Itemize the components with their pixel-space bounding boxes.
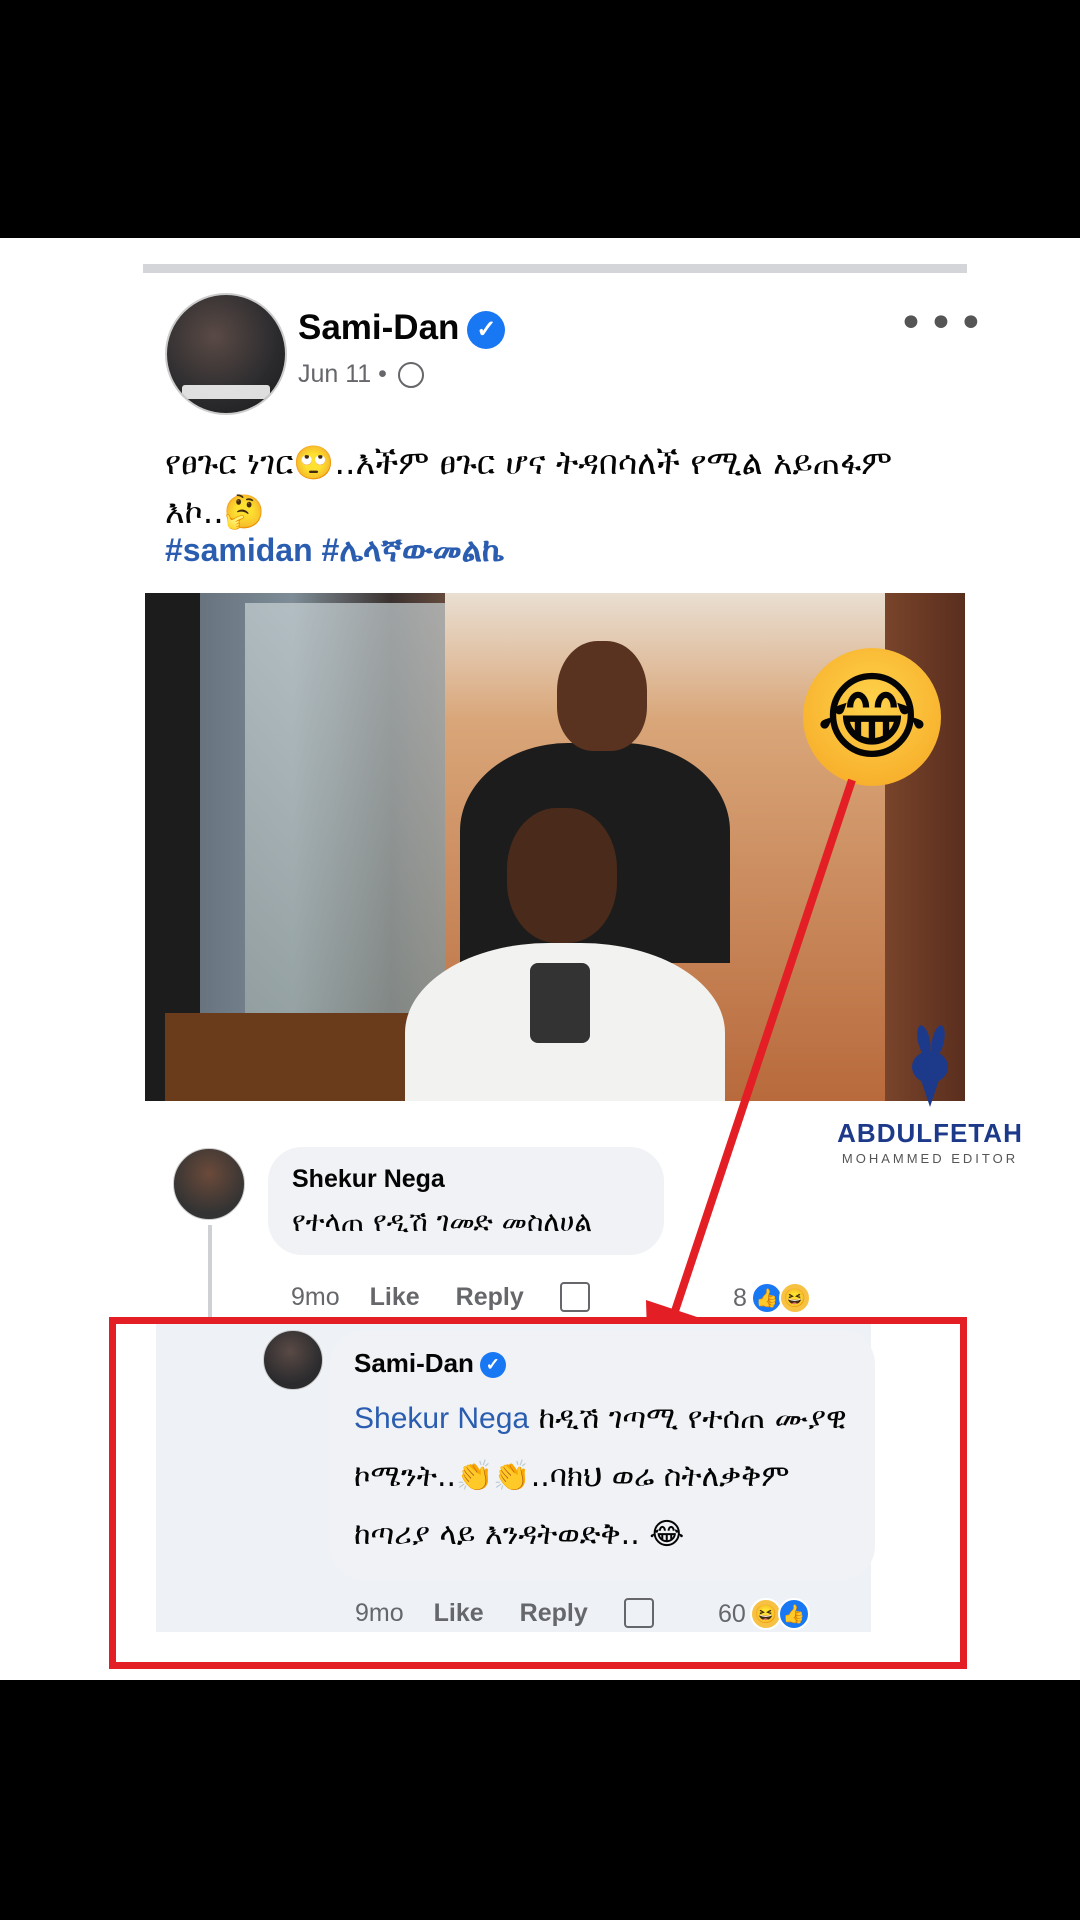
haha-reaction-icon: 😆 — [778, 1282, 811, 1314]
photo-barber-head — [557, 641, 647, 751]
like-button[interactable]: Like — [370, 1283, 420, 1312]
globe-icon — [397, 362, 424, 389]
verified-badge-icon: ✓ — [467, 310, 506, 349]
photo-table — [165, 1013, 435, 1101]
comment-author[interactable]: Shekur Nega — [292, 1165, 445, 1194]
laughing-emoji-sticker-icon: 😂 — [803, 648, 941, 786]
watermark-subtitle: MOHAMMED EDITOR — [841, 1151, 1019, 1166]
watermark: ABDULFETAH MOHAMMED EDITOR — [820, 1024, 1040, 1166]
post-meta: Jun 11 • — [298, 360, 424, 389]
reaction-count: 8 — [733, 1283, 747, 1312]
comment-bubble[interactable]: Shekur Nega የተላጠ የዲሽ ገመድ መስለሀል — [268, 1147, 664, 1255]
post-date[interactable]: Jun 11 — [298, 360, 371, 388]
reply-button[interactable]: Reply — [456, 1283, 524, 1312]
comment-text: የተላጠ የዲሽ ገመድ መስለሀል — [292, 1205, 593, 1238]
divider — [143, 264, 967, 273]
comment-actions: 9mo Like Reply — [291, 1282, 590, 1312]
post-author-name[interactable]: Sami-Dan — [298, 308, 459, 347]
highlight-box — [109, 1317, 967, 1669]
watermark-name: ABDULFETAH — [837, 1118, 1023, 1148]
post-text: የፀጉር ነገር🙄..እችም ፀጉር ሆና ትዳበሳለች የሚል አይጠፋም እ… — [165, 443, 893, 531]
author-avatar[interactable] — [165, 293, 287, 415]
post-hashtags[interactable]: #samidan #ሌላኛውመልኬ — [165, 532, 504, 570]
dislike-icon[interactable] — [559, 1282, 590, 1312]
post-author[interactable]: Sami-Dan ✓ — [298, 308, 506, 349]
comment-time[interactable]: 9mo — [291, 1283, 340, 1312]
bunny-pen-logo-icon — [906, 1024, 954, 1110]
commenter-avatar[interactable] — [173, 1148, 245, 1220]
more-options-icon[interactable]: ••• — [898, 302, 988, 346]
photo-customer-head — [507, 808, 617, 943]
photo-phone — [530, 963, 590, 1043]
meta-separator: • — [378, 360, 387, 388]
reaction-summary[interactable]: 8 👍 😆 — [733, 1282, 811, 1314]
